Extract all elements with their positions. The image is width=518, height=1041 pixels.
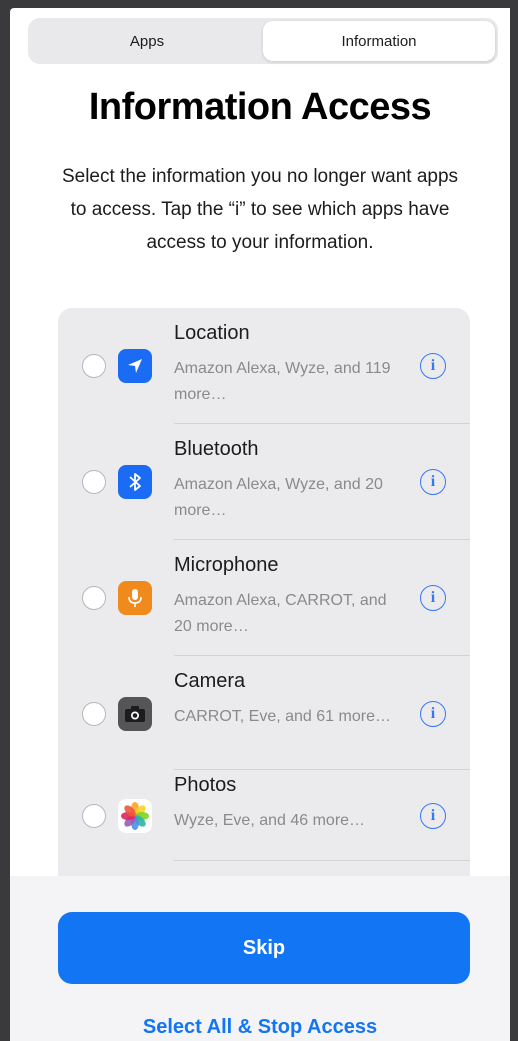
list-item-location[interactable]: Location Amazon Alexa, Wyze, and 119 mor… [58,308,470,424]
camera-icon [118,697,152,731]
list-item-apps: Amazon Alexa, Wyze, and 119 more… [174,360,391,403]
tab-apps[interactable]: Apps [31,21,263,61]
screen: Apps Information Information Access Sele… [10,8,510,1041]
microphone-icon [118,581,152,615]
select-radio[interactable] [82,470,106,494]
list-item-apps: CARROT, Eve, and 61 more… [174,708,391,725]
list-item-title: Photos [174,774,237,796]
list-item-apps: Amazon Alexa, CARROT, and 20 more… [174,592,387,635]
photos-icon [118,799,152,833]
list-item-title: Microphone [174,554,279,576]
list-item-microphone[interactable]: Microphone Amazon Alexa, CARROT, and 20 … [58,540,470,656]
select-radio[interactable] [82,586,106,610]
tab-information[interactable]: Information [263,21,495,61]
list-item-title: Camera [174,670,246,692]
info-icon[interactable]: i [420,803,446,829]
list-item-bluetooth[interactable]: Bluetooth Amazon Alexa, Wyze, and 20 mor… [58,424,470,540]
list-item-title: Location [174,322,250,344]
skip-button[interactable]: Skip [58,912,470,984]
info-icon[interactable]: i [420,353,446,379]
list-item-photos[interactable]: Photos Wyze, Eve, and 46 more… i [58,770,470,886]
page-title: Information Access [88,86,432,128]
info-icon[interactable]: i [420,469,446,495]
list-item-apps: Wyze, Eve, and 46 more… [174,812,366,829]
list-item-apps: Amazon Alexa, Wyze, and 20 more… [174,476,383,519]
select-radio[interactable] [82,702,106,726]
list-item-title: Bluetooth [174,438,259,460]
select-radio[interactable] [82,804,106,828]
info-icon[interactable]: i [420,585,446,611]
select-radio[interactable] [82,354,106,378]
select-all-stop-access-link[interactable]: Select All & Stop Access [10,1016,510,1039]
information-list: Location Amazon Alexa, Wyze, and 119 mor… [58,308,470,908]
location-arrow-icon [118,349,152,383]
page-subtitle: Select the information you no longer wan… [61,166,459,253]
info-icon[interactable]: i [420,701,446,727]
segmented-control: Apps Information [28,18,498,64]
list-item-camera[interactable]: Camera CARROT, Eve, and 61 more… i [58,656,470,772]
divider [174,860,470,861]
bluetooth-icon [118,465,152,499]
